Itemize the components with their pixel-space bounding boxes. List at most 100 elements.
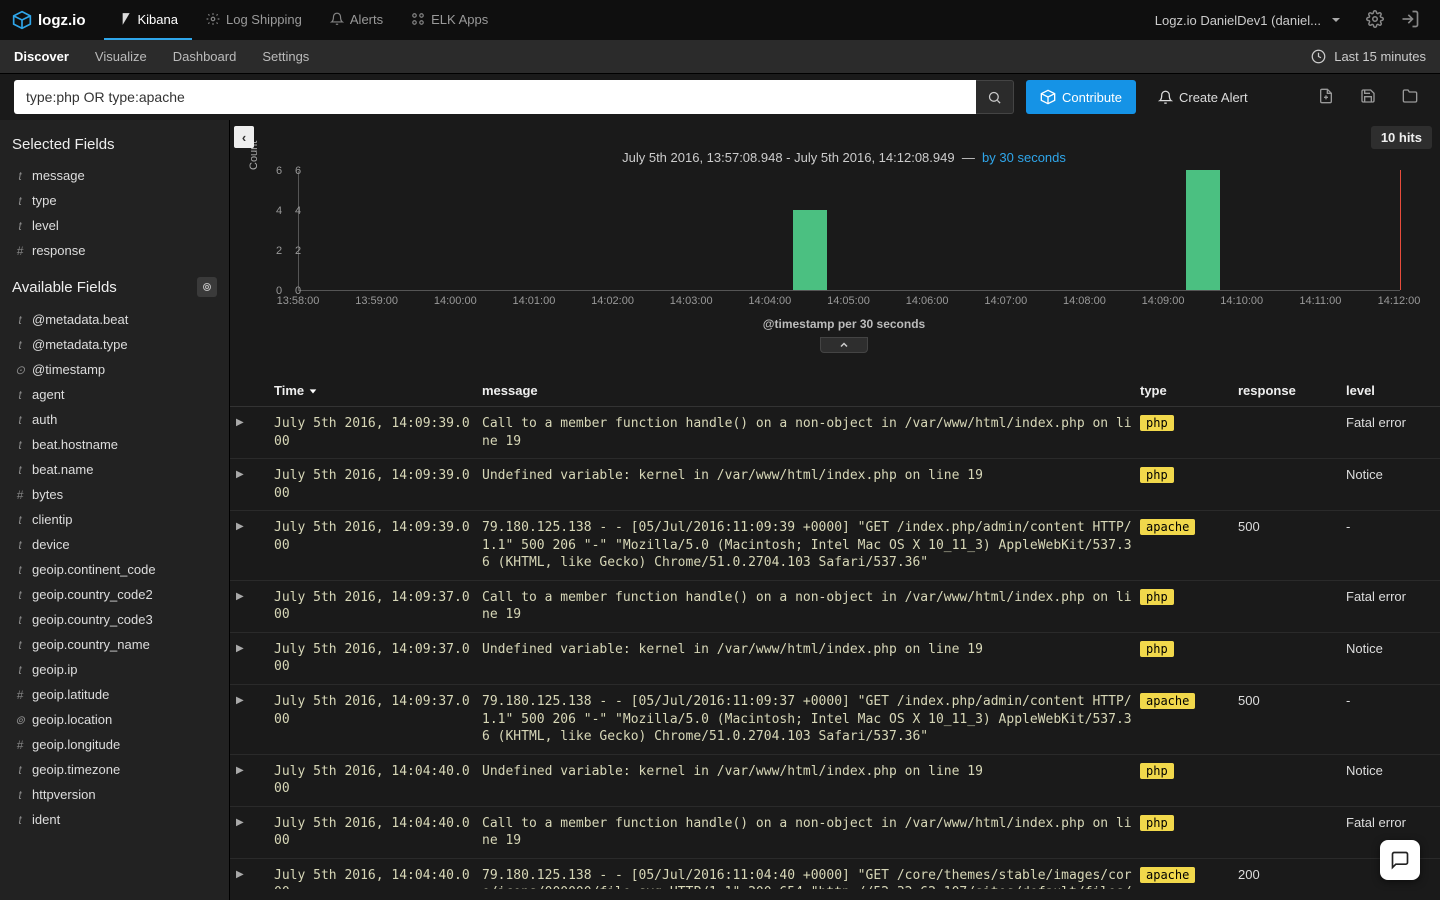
field-type-icon: t: [14, 538, 26, 552]
search-input[interactable]: [14, 80, 976, 114]
expand-row-button[interactable]: ▶: [236, 693, 266, 706]
field-type-icon: t: [14, 463, 26, 477]
tab-alerts[interactable]: Alerts: [316, 0, 397, 40]
shipping-icon: [206, 12, 220, 26]
tab-kibana[interactable]: Kibana: [104, 0, 192, 40]
field-beat.name[interactable]: tbeat.name: [12, 457, 217, 482]
chart-title: July 5th 2016, 13:57:08.948 - July 5th 2…: [278, 150, 1410, 165]
y-tick: 2: [295, 245, 301, 257]
field-agent[interactable]: tagent: [12, 382, 217, 407]
field-geoip.country_code2[interactable]: tgeoip.country_code2: [12, 582, 217, 607]
expand-row-button[interactable]: ▶: [236, 815, 266, 828]
field-type-icon: t: [14, 313, 26, 327]
field-label: httpversion: [32, 787, 96, 802]
col-type[interactable]: type: [1140, 383, 1230, 398]
field-label: clientip: [32, 512, 72, 527]
expand-row-button[interactable]: ▶: [236, 415, 266, 428]
field-level[interactable]: tlevel: [12, 213, 217, 238]
type-tag: php: [1140, 815, 1174, 831]
x-tick: 13:58:00: [277, 295, 320, 307]
chart-bar[interactable]: [793, 210, 827, 290]
y-tick: 2: [276, 245, 282, 257]
field-type-icon: t: [14, 438, 26, 452]
field-geoip.country_code3[interactable]: tgeoip.country_code3: [12, 607, 217, 632]
table-row: ▶July 5th 2016, 14:09:37.00079.180.125.1…: [230, 685, 1440, 755]
field-@metadata.type[interactable]: t@metadata.type: [12, 332, 217, 357]
collapse-sidebar-button[interactable]: ‹: [234, 126, 254, 148]
field-type-icon: t: [14, 588, 26, 602]
expand-row-button[interactable]: ▶: [236, 867, 266, 880]
field-@metadata.beat[interactable]: t @metadata.beat: [12, 307, 217, 332]
brand-logo[interactable]: logz.io: [12, 10, 86, 30]
search-icon: [987, 90, 1002, 105]
field-message[interactable]: tmessage: [12, 163, 217, 188]
login-icon[interactable]: [1400, 9, 1420, 32]
chart-plot-area[interactable]: 0246: [298, 171, 1400, 291]
subnav-settings[interactable]: Settings: [262, 49, 309, 64]
field-geoip.ip[interactable]: tgeoip.ip: [12, 657, 217, 682]
expand-row-button[interactable]: ▶: [236, 641, 266, 654]
field-label: geoip.timezone: [32, 762, 120, 777]
field-label: @metadata.beat: [32, 312, 128, 327]
tab-elk-apps[interactable]: ELK Apps: [397, 0, 502, 40]
field-beat.hostname[interactable]: tbeat.hostname: [12, 432, 217, 457]
interval-picker[interactable]: by 30 seconds: [982, 150, 1066, 165]
field-auth[interactable]: tauth: [12, 407, 217, 432]
expand-row-button[interactable]: ▶: [236, 519, 266, 532]
field-bytes[interactable]: #bytes: [12, 482, 217, 507]
save-icon[interactable]: [1360, 88, 1376, 107]
expand-row-button[interactable]: ▶: [236, 467, 266, 480]
timepicker[interactable]: Last 15 minutes: [1311, 49, 1426, 64]
field-ident[interactable]: tident: [12, 807, 217, 832]
field-@timestamp[interactable]: ⊙@timestamp: [12, 357, 217, 382]
field-httpversion[interactable]: thttpversion: [12, 782, 217, 807]
field-type-icon: t: [14, 388, 26, 402]
field-type[interactable]: ttype: [12, 188, 217, 213]
contribute-button[interactable]: Contribute: [1026, 80, 1136, 114]
field-type-icon: #: [14, 488, 26, 502]
cell-time: July 5th 2016, 14:04:40.000: [274, 815, 474, 850]
user-menu[interactable]: Logz.io DanielDev1 (daniel...: [1155, 13, 1340, 28]
fields-settings-button[interactable]: [197, 277, 217, 297]
col-response[interactable]: response: [1238, 383, 1338, 398]
tab-log-shipping[interactable]: Log Shipping: [192, 0, 316, 40]
expand-row-button[interactable]: ▶: [236, 763, 266, 776]
search-button[interactable]: [976, 80, 1014, 114]
help-button[interactable]: [1380, 840, 1420, 880]
cell-type: php: [1140, 589, 1230, 605]
new-icon[interactable]: [1318, 88, 1334, 107]
kibana-icon: [118, 12, 132, 26]
create-alert-button[interactable]: Create Alert: [1148, 90, 1258, 105]
field-geoip.location[interactable]: ⊚geoip.location: [12, 707, 217, 732]
cell-time: July 5th 2016, 14:09:39.000: [274, 519, 474, 554]
col-message[interactable]: message: [482, 383, 1132, 398]
field-geoip.latitude[interactable]: #geoip.latitude: [12, 682, 217, 707]
field-label: device: [32, 537, 70, 552]
open-icon[interactable]: [1402, 88, 1418, 107]
field-geoip.continent_code[interactable]: tgeoip.continent_code: [12, 557, 217, 582]
x-tick: 14:09:00: [1142, 295, 1185, 307]
subnav-dashboard[interactable]: Dashboard: [173, 49, 237, 64]
col-level[interactable]: level: [1346, 383, 1426, 398]
field-label: @metadata.type: [32, 337, 128, 352]
selected-fields-heading: Selected Fields: [12, 136, 217, 153]
field-geoip.timezone[interactable]: tgeoip.timezone: [12, 757, 217, 782]
field-type-icon: #: [14, 688, 26, 702]
field-geoip.longitude[interactable]: #geoip.longitude: [12, 732, 217, 757]
brand-text: logz.io: [38, 12, 86, 29]
field-device[interactable]: tdevice: [12, 532, 217, 557]
log-table: Time message type response level ▶July 5…: [230, 379, 1440, 889]
field-geoip.country_name[interactable]: tgeoip.country_name: [12, 632, 217, 657]
subnav-discover[interactable]: Discover: [14, 49, 69, 64]
subnav-visualize[interactable]: Visualize: [95, 49, 147, 64]
field-clientip[interactable]: tclientip: [12, 507, 217, 532]
chart-bar[interactable]: [1186, 170, 1220, 290]
tab-label: Alerts: [350, 12, 383, 27]
collapse-chart-button[interactable]: [820, 337, 868, 353]
col-time[interactable]: Time: [274, 383, 474, 398]
user-label: Logz.io DanielDev1 (daniel...: [1155, 13, 1321, 28]
expand-row-button[interactable]: ▶: [236, 589, 266, 602]
gear-icon[interactable]: [1366, 10, 1384, 31]
cell-type: php: [1140, 467, 1230, 483]
field-response[interactable]: #response: [12, 238, 217, 263]
